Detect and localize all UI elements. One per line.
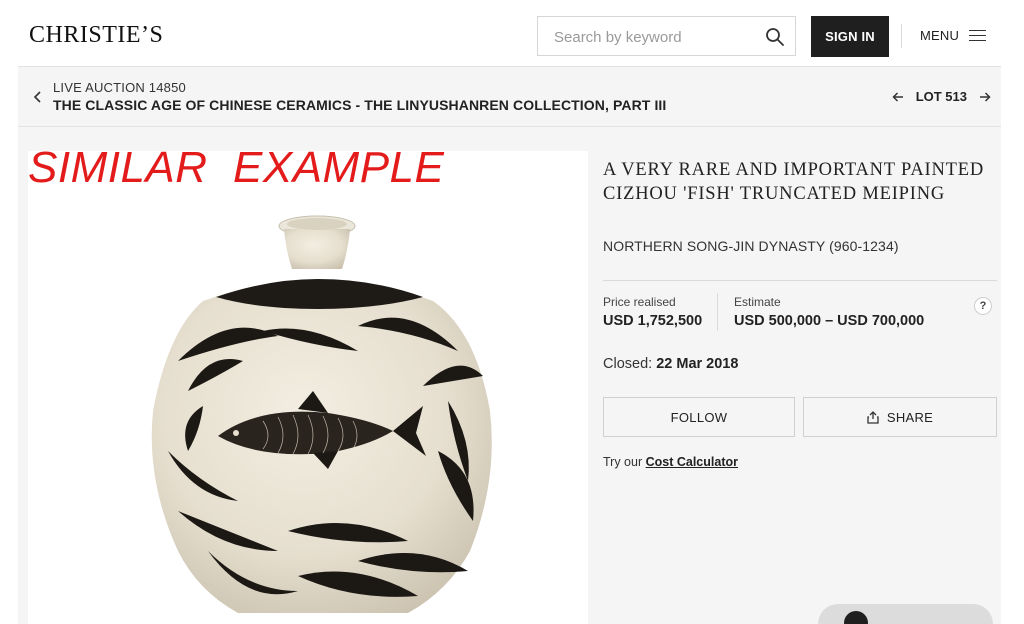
estimate-value: USD 500,000 – USD 700,000 — [734, 313, 925, 329]
help-icon[interactable]: ? — [974, 297, 992, 315]
search-icon[interactable] — [765, 27, 785, 47]
auction-title[interactable]: THE CLASSIC AGE OF CHINESE CERAMICS - TH… — [53, 97, 666, 113]
chevron-left-icon[interactable] — [32, 90, 44, 104]
christies-logo[interactable]: CHRISTIE’S — [29, 22, 163, 49]
chat-icon — [844, 611, 868, 624]
lot-page: LIVE AUCTION 14850 THE CLASSIC AGE OF CH… — [18, 66, 1001, 624]
cost-calculator-line: Try our Cost Calculator — [603, 455, 738, 469]
share-label: SHARE — [886, 409, 934, 425]
auction-id[interactable]: LIVE AUCTION 14850 — [53, 80, 186, 95]
lot-number: LOT 513 — [915, 89, 967, 104]
cost-calculator-link[interactable]: Cost Calculator — [646, 455, 738, 469]
closed-label: Closed: — [603, 356, 653, 372]
search-box[interactable] — [537, 16, 796, 56]
share-button[interactable]: SHARE — [803, 397, 997, 437]
hamburger-icon — [969, 29, 987, 43]
lot-navigation: LOT 513 — [892, 89, 991, 104]
top-header: CHRISTIE’S SIGN IN MENU — [0, 0, 1024, 66]
closed-date-value: 22 Mar 2018 — [656, 356, 739, 372]
price-realised-label: Price realised — [603, 295, 676, 309]
lot-subtitle: NORTHERN SONG-JIN DYNASTY (960-1234) — [603, 238, 899, 254]
meiping-vase-image — [151, 215, 492, 613]
menu-label: MENU — [920, 28, 960, 43]
calc-prefix: Try our — [603, 455, 643, 469]
sign-in-button[interactable]: SIGN IN — [811, 16, 889, 57]
lot-title: A VERY RARE AND IMPORTANT PAINTED CIZHOU… — [603, 160, 985, 204]
follow-button[interactable]: FOLLOW — [603, 397, 795, 437]
closed-date: Closed: 22 Mar 2018 — [603, 356, 738, 372]
menu-button[interactable]: MENU — [920, 28, 987, 43]
similar-example-overlay: SIMILAR EXAMPLE — [28, 143, 445, 192]
estimate-label: Estimate — [734, 295, 781, 309]
price-realised-value: USD 1,752,500 — [603, 313, 703, 329]
share-icon — [867, 410, 879, 424]
arrow-right-icon[interactable] — [979, 91, 991, 103]
search-input[interactable] — [554, 26, 754, 48]
follow-label: FOLLOW — [670, 409, 728, 425]
sale-bar: LIVE AUCTION 14850 THE CLASSIC AGE OF CH… — [18, 67, 1001, 127]
arrow-left-icon[interactable] — [892, 91, 904, 103]
header-divider — [901, 24, 902, 48]
price-divider — [717, 293, 718, 331]
details-divider — [603, 280, 997, 281]
chat-widget-button[interactable] — [818, 604, 993, 624]
lot-image[interactable] — [28, 151, 588, 624]
